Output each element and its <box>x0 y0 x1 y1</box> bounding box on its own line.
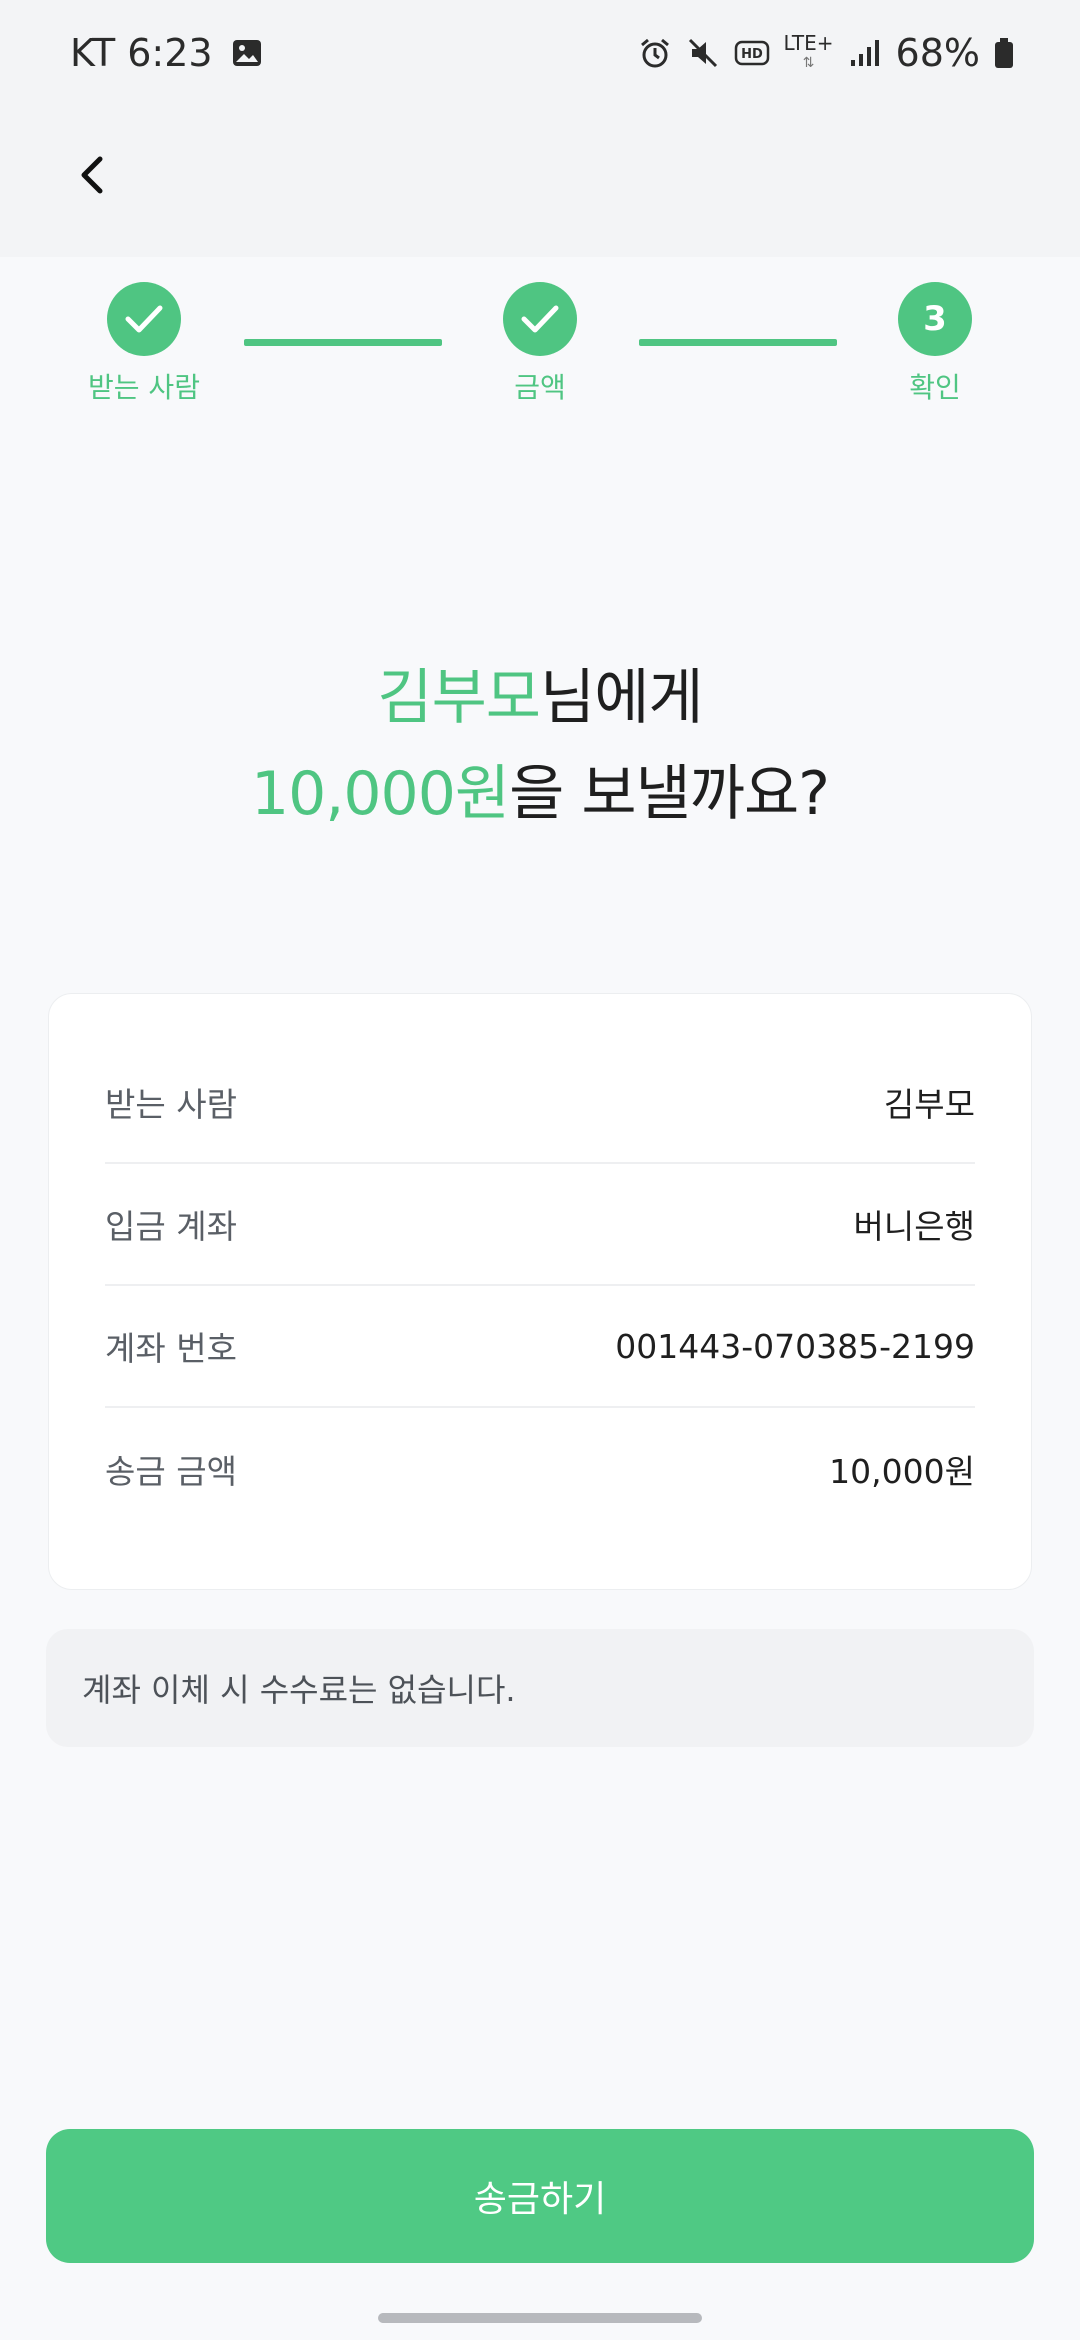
recipient-name: 김부모 <box>377 663 541 733</box>
carrier-time: KT 6:23 <box>70 30 213 75</box>
checkmark-icon <box>124 303 164 335</box>
step-done-circle <box>107 282 181 356</box>
transfer-amount: 10,000원 <box>250 759 510 829</box>
detail-row-account-number: 계좌 번호 001443-070385-2199 <box>105 1286 975 1408</box>
fee-notice: 계좌 이체 시 수수료는 없습니다. <box>46 1629 1034 1747</box>
network-label: LTE+ <box>783 30 834 55</box>
step-amount: 금액 <box>460 282 620 406</box>
battery-percent: 68% <box>895 30 980 75</box>
detail-label: 계좌 번호 <box>105 1329 237 1368</box>
step-confirm: 3 확인 <box>855 282 1015 406</box>
title-line-2: 10,000원을 보낼까요? <box>0 746 1080 842</box>
mute-icon <box>686 36 720 70</box>
app-header <box>0 105 1080 257</box>
step-number: 3 <box>923 299 947 339</box>
confirm-title: 김부모님에게 10,000원을 보낼까요? <box>0 650 1080 842</box>
status-bar: KT 6:23 HD LTE+ ⇅ 68% <box>0 0 1080 105</box>
step-label: 확인 <box>909 371 961 404</box>
step-label: 받는 사람 <box>88 371 200 404</box>
step-current-circle: 3 <box>898 282 972 356</box>
lte-icon: LTE+ ⇅ <box>783 30 834 71</box>
transfer-confirm-screen: KT 6:23 HD LTE+ ⇅ 68% 받는 사람 금액 3 확인 김부모님… <box>0 0 1080 2340</box>
recipient-suffix: 님에게 <box>540 663 704 733</box>
detail-value: 001443-070385-2199 <box>615 1326 975 1366</box>
amount-suffix: 을 보낼까요? <box>509 759 830 829</box>
checkmark-icon <box>520 303 560 335</box>
progress-stepper: 받는 사람 금액 3 확인 <box>0 257 1080 417</box>
step-connector <box>639 339 837 346</box>
step-recipient: 받는 사람 <box>64 282 224 406</box>
detail-value: 10,000원 <box>829 1452 975 1491</box>
step-label: 금액 <box>514 371 566 404</box>
back-button[interactable] <box>52 135 132 215</box>
detail-value: 김부모 <box>883 1085 975 1124</box>
battery-icon <box>994 37 1014 69</box>
send-money-button[interactable]: 송금하기 <box>46 2129 1034 2263</box>
fee-notice-text: 계좌 이체 시 수수료는 없습니다. <box>82 1671 516 1709</box>
chevron-left-icon <box>72 151 112 199</box>
step-connector <box>244 339 442 346</box>
step-done-circle <box>503 282 577 356</box>
gallery-icon <box>231 37 263 69</box>
send-button-label: 송금하기 <box>473 2179 607 2220</box>
svg-text:HD: HD <box>741 47 763 62</box>
detail-label: 받는 사람 <box>105 1085 237 1124</box>
status-right: HD LTE+ ⇅ 68% <box>638 31 1014 75</box>
title-line-1: 김부모님에게 <box>0 650 1080 746</box>
signal-icon <box>848 38 882 68</box>
home-indicator[interactable] <box>378 2313 702 2323</box>
alarm-icon <box>638 36 672 70</box>
detail-value: 버니은행 <box>853 1207 975 1246</box>
detail-row-recipient: 받는 사람 김부모 <box>105 1042 975 1164</box>
detail-label: 입금 계좌 <box>105 1207 237 1246</box>
hd-icon: HD <box>734 38 770 68</box>
detail-row-amount: 송금 금액 10,000원 <box>105 1408 975 1530</box>
detail-row-bank: 입금 계좌 버니은행 <box>105 1164 975 1286</box>
status-left: KT 6:23 <box>70 31 263 75</box>
transfer-details-card: 받는 사람 김부모 입금 계좌 버니은행 계좌 번호 001443-070385… <box>48 993 1032 1590</box>
detail-label: 송금 금액 <box>105 1452 237 1491</box>
